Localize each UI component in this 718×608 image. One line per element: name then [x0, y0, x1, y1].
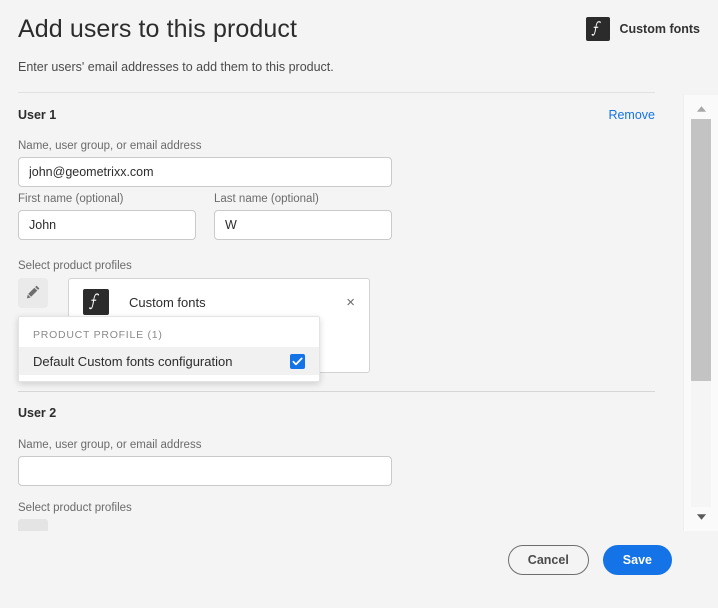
user-1-heading: User 1	[18, 108, 57, 122]
chip-label: Custom fonts	[129, 294, 206, 310]
user-1-last-name-label: Last name (optional)	[214, 193, 319, 205]
user-2-heading: User 2	[18, 406, 57, 420]
user-1-first-name-input[interactable]	[18, 210, 196, 240]
popup-option-label: Default Custom fonts configuration	[33, 353, 233, 369]
user-1-first-name-label: First name (optional)	[18, 193, 124, 205]
close-icon[interactable]: ×	[342, 293, 359, 312]
page-title: Add users to this product	[18, 15, 298, 43]
cancel-button[interactable]: Cancel	[507, 545, 589, 575]
user-section-divider	[18, 391, 655, 392]
pencil-icon	[26, 284, 41, 302]
page-header: Add users to this product Enter users' e…	[0, 0, 718, 89]
footer-actions: Cancel Save	[507, 545, 672, 575]
product-badge: Custom fonts	[586, 17, 700, 41]
dialog-footer: Cancel Save	[0, 531, 718, 608]
chip-custom-fonts-logo-icon	[83, 289, 109, 315]
user-2-profiles-label: Select product profiles	[18, 502, 132, 514]
scroll-down-arrow-icon[interactable]	[684, 507, 718, 527]
custom-fonts-logo-icon	[586, 17, 611, 41]
page-subtitle: Enter users' email addresses to add them…	[18, 60, 334, 74]
scroll-up-arrow-icon[interactable]	[684, 99, 718, 119]
user-1-email-input[interactable]	[18, 157, 392, 187]
save-button[interactable]: Save	[602, 545, 672, 575]
remove-user-1-link[interactable]: Remove	[608, 108, 655, 122]
edit-product-profiles-button[interactable]	[18, 278, 48, 308]
product-badge-label: Custom fonts	[619, 22, 700, 36]
user-2-email-input[interactable]	[18, 456, 392, 486]
scrollbar-thumb[interactable]	[691, 119, 711, 381]
product-profile-dropdown: PRODUCT PROFILE (1) Default Custom fonts…	[18, 316, 320, 382]
user-1-last-name-input[interactable]	[214, 210, 392, 240]
user-1-profiles-label: Select product profiles	[18, 260, 132, 272]
vertical-scrollbar[interactable]	[683, 95, 718, 531]
form-scroll-viewport: User 1 Remove Name, user group, or email…	[0, 95, 684, 531]
user-1-email-label: Name, user group, or email address	[18, 140, 202, 152]
user-2-email-label: Name, user group, or email address	[18, 439, 202, 451]
header-divider	[18, 92, 655, 93]
popup-section-title: PRODUCT PROFILE (1)	[33, 329, 163, 341]
user-2-profile-placeholder	[18, 519, 48, 531]
popup-option-default-custom-fonts[interactable]: Default Custom fonts configuration	[19, 347, 319, 375]
checkbox-checked-icon[interactable]	[290, 353, 305, 369]
